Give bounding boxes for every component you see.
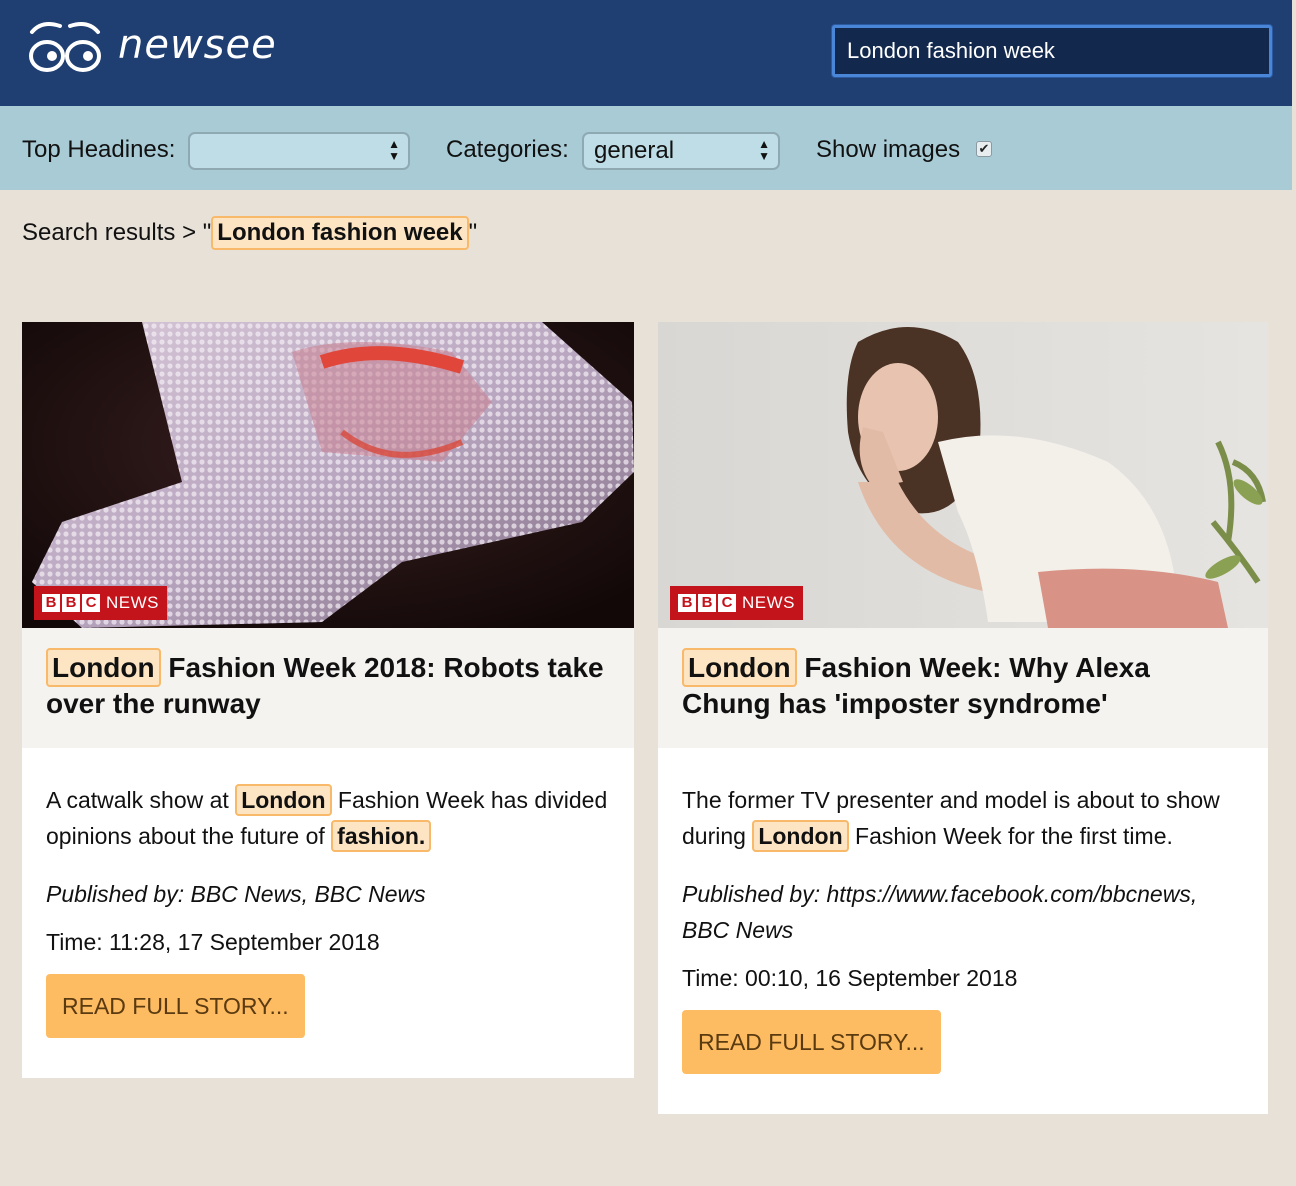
app-header: newsee bbox=[0, 0, 1292, 106]
categories-select[interactable]: general ▲ ▼ bbox=[582, 132, 780, 170]
article-description: A catwalk show at London Fashion Week ha… bbox=[46, 782, 610, 854]
breadcrumb: Search results > " London fashion week " bbox=[22, 212, 477, 254]
show-images-label: Show images bbox=[816, 136, 961, 163]
show-images-checkbox[interactable]: ✔ bbox=[976, 141, 992, 157]
article-card: BBC NEWS London Fashion Week: Why Alexa … bbox=[658, 322, 1268, 1114]
article-card: BBC NEWS London Fashion Week 2018: Robot… bbox=[22, 322, 634, 1078]
desc-highlight: fashion. bbox=[331, 820, 432, 852]
breadcrumb-prefix: Search results > " bbox=[22, 219, 212, 246]
desc-highlight: London bbox=[235, 784, 332, 816]
categories-value: general bbox=[594, 137, 675, 164]
select-arrows-icon: ▲ ▼ bbox=[388, 137, 400, 163]
published-by: Published by: https://www.facebook.com/b… bbox=[682, 881, 1198, 943]
search-input[interactable] bbox=[832, 25, 1272, 77]
article-title[interactable]: London Fashion Week 2018: Robots take ov… bbox=[22, 628, 634, 748]
top-headlines-label: Top Headines: bbox=[22, 136, 176, 163]
logo-text: newsee bbox=[118, 22, 277, 68]
read-full-story-button[interactable]: READ FULL STORY... bbox=[682, 1010, 941, 1074]
logo[interactable]: newsee bbox=[28, 18, 277, 78]
read-full-story-button[interactable]: READ FULL STORY... bbox=[46, 974, 305, 1038]
publish-time: Time: 00:10, 16 September 2018 bbox=[682, 965, 1018, 991]
categories-label: Categories: bbox=[446, 136, 569, 163]
title-highlight: London bbox=[682, 648, 797, 687]
publish-time: Time: 11:28, 17 September 2018 bbox=[46, 929, 380, 955]
article-description: The former TV presenter and model is abo… bbox=[682, 782, 1244, 854]
eyes-logo-icon bbox=[29, 22, 101, 72]
article-image[interactable]: BBC NEWS bbox=[658, 322, 1268, 628]
article-title[interactable]: London Fashion Week: Why Alexa Chung has… bbox=[658, 628, 1268, 748]
top-headlines-select[interactable]: ▲ ▼ bbox=[188, 132, 410, 170]
article-body: A catwalk show at London Fashion Week ha… bbox=[22, 748, 634, 1078]
select-arrows-icon: ▲ ▼ bbox=[758, 137, 770, 163]
title-highlight: London bbox=[46, 648, 161, 687]
bbc-news-badge: BBC NEWS bbox=[670, 586, 803, 620]
breadcrumb-query: London fashion week bbox=[211, 216, 469, 250]
desc-highlight: London bbox=[752, 820, 849, 852]
published-by: Published by: BBC News, BBC News bbox=[46, 881, 426, 907]
article-body: The former TV presenter and model is abo… bbox=[658, 748, 1268, 1114]
portrait-image bbox=[658, 322, 1268, 628]
article-image[interactable]: BBC NEWS bbox=[22, 322, 634, 628]
breadcrumb-suffix: " bbox=[468, 219, 478, 246]
sparkly-shoe-image bbox=[22, 322, 634, 628]
filter-bar: Top Headines: ▲ ▼ Categories: general ▲ ▼ … bbox=[0, 106, 1292, 190]
bbc-news-badge: BBC NEWS bbox=[34, 586, 167, 620]
